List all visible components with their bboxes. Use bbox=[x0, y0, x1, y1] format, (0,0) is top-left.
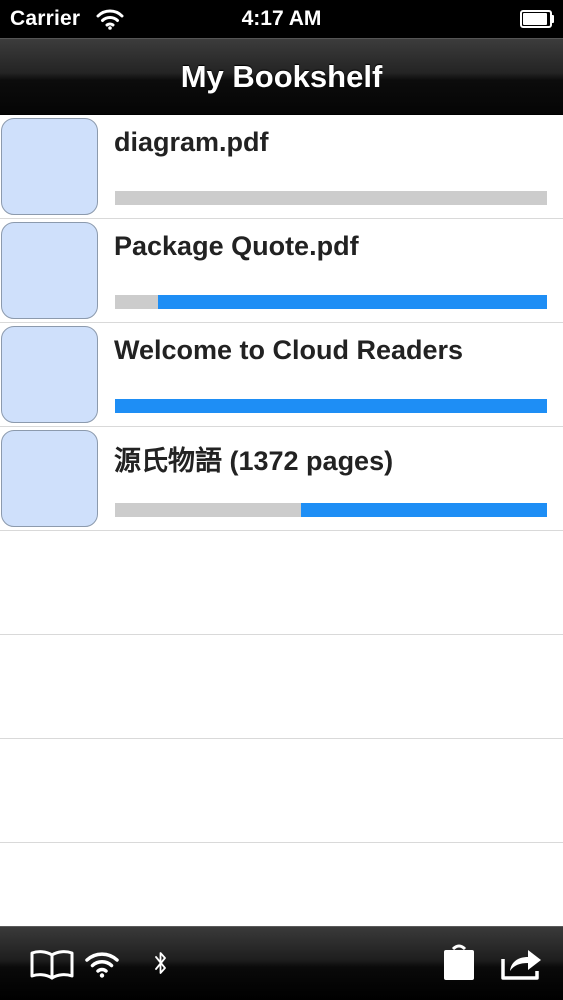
download-progress-fill bbox=[158, 295, 547, 309]
book-title: Welcome to Cloud Readers bbox=[114, 335, 464, 365]
book-row[interactable]: Package Quote.pdf bbox=[0, 219, 563, 323]
download-progress-bar bbox=[115, 399, 547, 413]
book-icon[interactable] bbox=[29, 949, 75, 981]
bluetooth-icon[interactable] bbox=[154, 950, 168, 976]
download-progress-fill bbox=[115, 399, 547, 413]
download-progress-bar bbox=[115, 295, 547, 309]
download-progress-bar bbox=[115, 191, 547, 205]
shopping-bag-icon[interactable] bbox=[443, 941, 475, 981]
empty-row bbox=[0, 635, 563, 739]
book-row[interactable]: Welcome to Cloud Readers bbox=[0, 323, 563, 427]
share-icon[interactable] bbox=[500, 945, 544, 981]
book-title: diagram.pdf bbox=[114, 127, 269, 157]
battery-icon bbox=[520, 10, 554, 28]
bookshelf-list[interactable]: diagram.pdf Package Quote.pdf Welcome to… bbox=[0, 115, 563, 926]
clock: 4:17 AM bbox=[241, 7, 322, 30]
empty-row bbox=[0, 739, 563, 843]
book-thumbnail[interactable] bbox=[1, 326, 98, 423]
book-thumbnail[interactable] bbox=[1, 430, 98, 527]
download-progress-fill bbox=[300, 503, 547, 517]
navigation-bar: My Bookshelf bbox=[0, 38, 563, 115]
book-thumbnail[interactable] bbox=[1, 222, 98, 319]
download-progress-bar bbox=[115, 503, 547, 517]
book-title: 源氏物語 (1372 pages) bbox=[114, 446, 394, 476]
page-title: My Bookshelf bbox=[180, 59, 383, 94]
bottom-toolbar bbox=[0, 926, 563, 1000]
empty-row bbox=[0, 531, 563, 635]
status-bar: Carrier 4:17 AM bbox=[0, 0, 563, 38]
wifi-icon[interactable] bbox=[84, 949, 120, 979]
book-title: Package Quote.pdf bbox=[114, 231, 359, 261]
empty-row bbox=[0, 843, 563, 926]
book-thumbnail[interactable] bbox=[1, 118, 98, 215]
book-row[interactable]: diagram.pdf bbox=[0, 115, 563, 219]
book-row[interactable]: 源氏物語 (1372 pages) bbox=[0, 427, 563, 531]
